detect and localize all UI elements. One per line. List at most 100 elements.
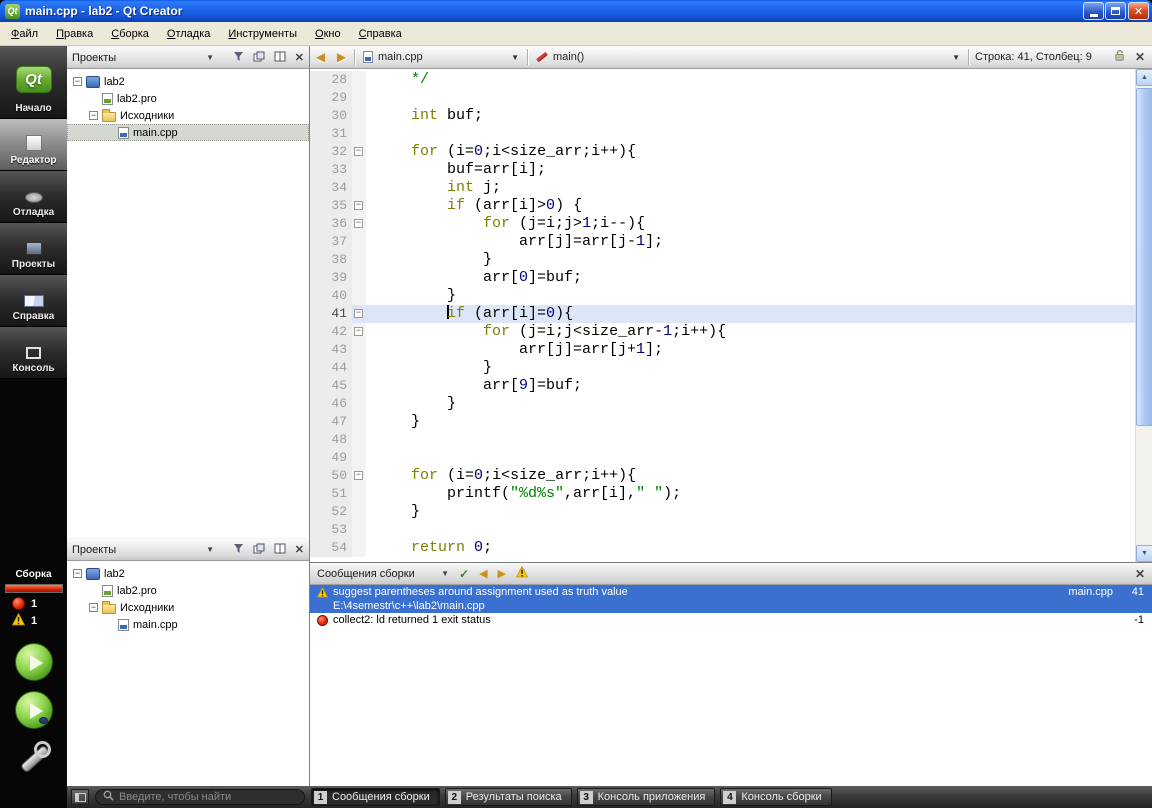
- expander-icon[interactable]: −: [73, 77, 82, 86]
- split-icon[interactable]: [274, 51, 286, 65]
- close-button[interactable]: ✕: [1128, 2, 1149, 20]
- scrollbar-thumb[interactable]: [1136, 88, 1152, 426]
- mode-edit[interactable]: Редактор: [0, 119, 67, 171]
- warning-count-row[interactable]: 1: [0, 612, 67, 629]
- symbol-combo[interactable]: main() ▼: [530, 46, 966, 68]
- filter-icon[interactable]: [233, 51, 244, 65]
- editor-line-44[interactable]: 44 }: [310, 359, 1135, 377]
- open-file-combo[interactable]: main.cpp ▼: [357, 46, 525, 68]
- close-pane-icon[interactable]: ✕: [295, 51, 304, 64]
- editor-line-28[interactable]: 28 */: [310, 71, 1135, 89]
- split-icon[interactable]: [274, 543, 286, 557]
- output-pane-button-1[interactable]: 1Сообщения сборки: [311, 788, 440, 806]
- fold-marker[interactable]: −: [352, 323, 366, 341]
- editor-line-29[interactable]: 29: [310, 89, 1135, 107]
- editor-line-47[interactable]: 47 }: [310, 413, 1135, 431]
- tree-item-Исходники[interactable]: −Исходники: [67, 107, 309, 124]
- locator-search[interactable]: [95, 789, 305, 805]
- editor-line-48[interactable]: 48: [310, 431, 1135, 449]
- output-pane-combo[interactable]: Сообщения сборки ▼: [317, 568, 449, 580]
- editor-line-42[interactable]: 42− for (j=i;j<size_arr-1;i++){: [310, 323, 1135, 341]
- build-button[interactable]: [17, 741, 51, 775]
- menu-Файл[interactable]: Файл: [2, 24, 47, 44]
- sync-with-editor-icon[interactable]: [253, 51, 265, 65]
- close-output-icon[interactable]: ✕: [1135, 567, 1145, 581]
- maximize-button[interactable]: [1105, 2, 1126, 20]
- tree-item-main.cpp[interactable]: main.cpp: [67, 124, 309, 141]
- mode-debug[interactable]: Отладка: [0, 171, 67, 223]
- scroll-up-button[interactable]: ▲: [1136, 69, 1152, 86]
- tree-item-lab2.pro[interactable]: lab2.pro: [67, 582, 309, 599]
- tree-item-lab2.pro[interactable]: lab2.pro: [67, 90, 309, 107]
- back-icon[interactable]: ◀: [310, 50, 331, 64]
- editor-line-53[interactable]: 53: [310, 521, 1135, 539]
- fold-marker[interactable]: −: [352, 467, 366, 485]
- code-editor[interactable]: 28 */2930 int buf;3132− for (i=0;i<size_…: [310, 69, 1152, 562]
- editor-line-49[interactable]: 49: [310, 449, 1135, 467]
- fold-marker[interactable]: −: [352, 215, 366, 233]
- expander-icon[interactable]: −: [89, 111, 98, 120]
- editor-line-33[interactable]: 33 buf=arr[i];: [310, 161, 1135, 179]
- editor-line-46[interactable]: 46 }: [310, 395, 1135, 413]
- expander-icon[interactable]: −: [89, 603, 98, 612]
- pane-selector-combo[interactable]: Проекты ▼: [72, 52, 214, 64]
- run-button[interactable]: [15, 643, 53, 681]
- tree-item-Исходники[interactable]: −Исходники: [67, 599, 309, 616]
- editor-line-39[interactable]: 39 arr[0]=buf;: [310, 269, 1135, 287]
- menu-Сборка[interactable]: Сборка: [102, 24, 158, 44]
- editor-line-32[interactable]: 32− for (i=0;i<size_arr;i++){: [310, 143, 1135, 161]
- next-issue-icon[interactable]: ▶: [498, 567, 506, 580]
- fold-marker[interactable]: −: [352, 305, 366, 323]
- editor-line-30[interactable]: 30 int buf;: [310, 107, 1135, 125]
- tree-item-lab2[interactable]: −lab2: [67, 565, 309, 582]
- output-pane-button-4[interactable]: 4Консоль сборки: [720, 788, 831, 806]
- output-pane-button-3[interactable]: 3Консоль приложения: [577, 788, 716, 806]
- editor-line-52[interactable]: 52 }: [310, 503, 1135, 521]
- editor-line-38[interactable]: 38 }: [310, 251, 1135, 269]
- filter-icon[interactable]: [233, 543, 244, 557]
- minimize-button[interactable]: [1083, 2, 1104, 20]
- mode-projects[interactable]: Проекты: [0, 223, 67, 275]
- toggle-sidebar-button[interactable]: [71, 789, 89, 805]
- output-row-warning[interactable]: suggest parentheses around assignment us…: [310, 585, 1152, 599]
- output-row-path[interactable]: E:\4semestr\c++\lab2\main.cpp: [310, 599, 1152, 613]
- editor-scrollbar[interactable]: ▲ ▼: [1135, 69, 1152, 562]
- titlebar[interactable]: Qt main.cpp - lab2 - Qt Creator ✕: [0, 0, 1152, 22]
- editor-line-51[interactable]: 51 printf("%d%s",arr[i]," ");: [310, 485, 1135, 503]
- run-debug-button[interactable]: [15, 691, 53, 729]
- mode-welcome[interactable]: QtНачало: [0, 46, 67, 119]
- error-count-row[interactable]: 1: [0, 595, 67, 612]
- editor-line-41[interactable]: 41− if (arr[i]=0){: [310, 305, 1135, 323]
- editor-line-45[interactable]: 45 arr[9]=buf;: [310, 377, 1135, 395]
- editor-line-43[interactable]: 43 arr[j]=arr[j+1];: [310, 341, 1135, 359]
- pane-selector-combo[interactable]: Проекты ▼: [72, 544, 214, 556]
- close-pane-icon[interactable]: ✕: [295, 543, 304, 556]
- search-input[interactable]: [119, 791, 297, 803]
- editor-line-31[interactable]: 31: [310, 125, 1135, 143]
- fold-marker[interactable]: −: [352, 197, 366, 215]
- forward-icon[interactable]: ▶: [331, 50, 352, 64]
- filter-check-icon[interactable]: ✓: [459, 567, 469, 581]
- tree-item-main.cpp[interactable]: main.cpp: [67, 616, 309, 633]
- show-warnings-icon[interactable]: [516, 566, 528, 581]
- tree-item-lab2[interactable]: −lab2: [67, 73, 309, 90]
- menu-Инструменты[interactable]: Инструменты: [219, 24, 306, 44]
- file-lock-icon[interactable]: [1113, 49, 1126, 65]
- editor-line-35[interactable]: 35− if (arr[i]>0) {: [310, 197, 1135, 215]
- editor-line-40[interactable]: 40 }: [310, 287, 1135, 305]
- prev-issue-icon[interactable]: ◀: [479, 567, 487, 580]
- close-editor-icon[interactable]: ✕: [1135, 50, 1145, 64]
- expander-icon[interactable]: −: [73, 569, 82, 578]
- output-row-error[interactable]: collect2: ld returned 1 exit status-1: [310, 613, 1152, 627]
- menu-Окно[interactable]: Окно: [306, 24, 350, 44]
- editor-line-54[interactable]: 54 return 0;: [310, 539, 1135, 557]
- menu-Отладка[interactable]: Отладка: [158, 24, 220, 44]
- menu-Справка[interactable]: Справка: [350, 24, 411, 44]
- editor-line-34[interactable]: 34 int j;: [310, 179, 1135, 197]
- editor-line-36[interactable]: 36− for (j=i;j>1;i--){: [310, 215, 1135, 233]
- editor-line-37[interactable]: 37 arr[j]=arr[j-1];: [310, 233, 1135, 251]
- scroll-down-button[interactable]: ▼: [1136, 545, 1152, 562]
- fold-marker[interactable]: −: [352, 143, 366, 161]
- mode-output[interactable]: Консоль: [0, 327, 67, 379]
- mode-help[interactable]: Справка: [0, 275, 67, 327]
